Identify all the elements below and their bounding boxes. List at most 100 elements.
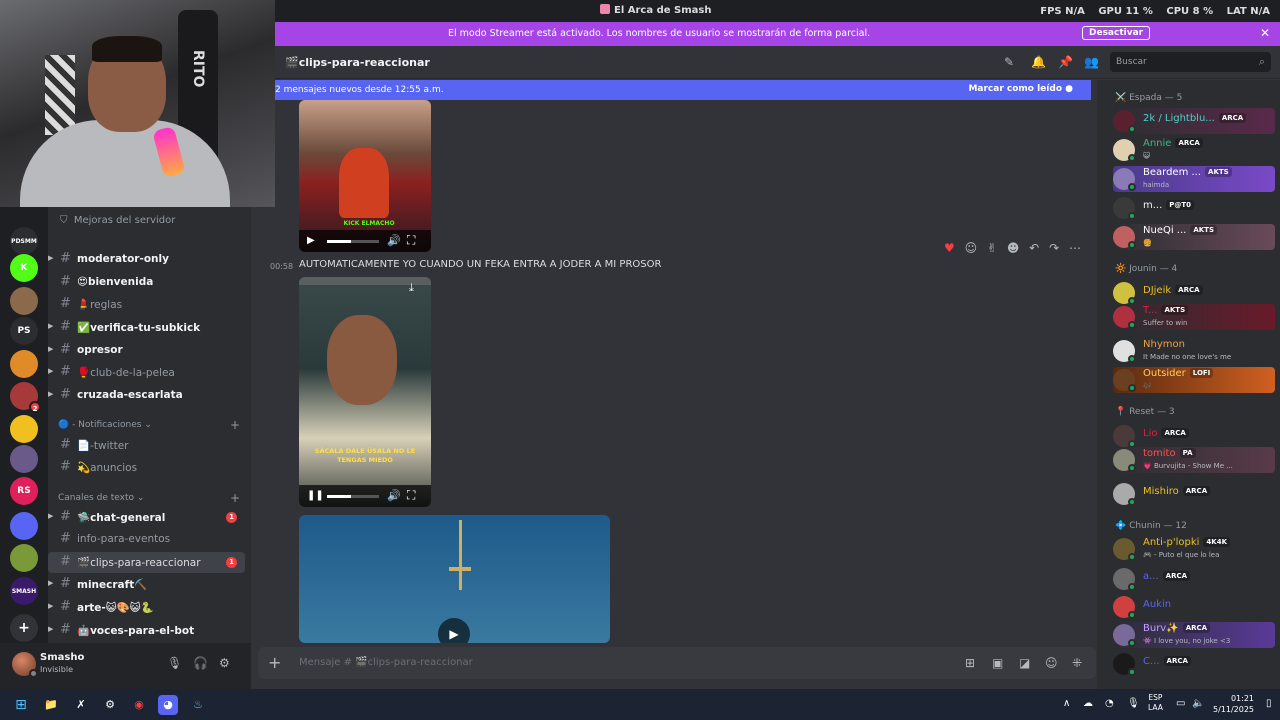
tray-chevron-icon[interactable]: ∧ (1063, 698, 1070, 709)
category-text-channels[interactable]: Canales de texto ⌄ + (58, 491, 240, 505)
emoji-icon[interactable]: ☺ (1045, 656, 1058, 670)
member-item[interactable]: Anti-p'lopki 4K4K 🎮 - Puto el que lo lea (1113, 536, 1275, 562)
member-item[interactable]: 2k / Lightblu... ARCA (1113, 108, 1275, 134)
add-server-icon[interactable]: + (10, 614, 38, 642)
server-icon[interactable]: PDSMM (10, 227, 38, 255)
message-composer[interactable]: + Mensaje # 🎬clips-para-reaccionar ⊞ ▣ ◪… (258, 647, 1096, 679)
video-attachment[interactable]: ⤓ SÁCALA DALE ÚSALA NO LE TENGAS MIEDO ❚… (299, 277, 431, 507)
fullscreen-icon[interactable]: ⛶ (407, 488, 415, 503)
gif-icon[interactable]: ▣ (992, 656, 1003, 670)
x-app-icon[interactable]: ✗ (71, 695, 91, 715)
gift-icon[interactable]: ⊞ (965, 656, 975, 670)
channel-item[interactable]: ▶ # 🛸chat-general 1 (48, 507, 245, 528)
close-icon[interactable]: ✕ (1260, 26, 1270, 40)
bell-icon[interactable]: 🔔 (1031, 55, 1046, 69)
member-item[interactable]: m... P@T0 (1113, 195, 1275, 221)
member-item[interactable]: C... ARCA (1113, 651, 1275, 677)
emoji-reaction-icon[interactable]: ☺ (965, 241, 978, 255)
language-indicator[interactable]: ESP LAA (1148, 693, 1163, 713)
channel-item[interactable]: ▶ # 🤖voces-para-el-bot (48, 620, 245, 641)
server-icon[interactable]: PS (10, 317, 38, 345)
member-item[interactable]: tomito PA 💗 Burvujita - Show Me ... (1113, 447, 1275, 473)
volume-slider[interactable] (327, 495, 379, 498)
member-item[interactable]: Outsider LOFI 🎶 (1113, 367, 1275, 393)
server-icon[interactable]: K (10, 254, 38, 282)
volume-icon[interactable]: 🔊 (387, 489, 401, 502)
channel-item[interactable]: # 💄reglas (48, 294, 245, 315)
heart-reaction-icon[interactable]: ♥ (944, 241, 955, 255)
channel-item[interactable]: ▶ # opresor (48, 340, 245, 361)
add-channel-icon[interactable]: + (230, 491, 240, 505)
channel-item[interactable]: ▶ # 🥊club-de-la-pelea (48, 362, 245, 383)
channel-item[interactable]: # 😍bienvenida (48, 272, 245, 293)
disable-streamer-button[interactable]: Desactivar (1082, 26, 1151, 40)
download-icon[interactable]: ⤓ (409, 281, 414, 295)
clock[interactable]: 01:21 5/11/2025 (1213, 693, 1254, 715)
channel-item[interactable]: ▶ # cruzada-escarlata (48, 385, 245, 406)
pin-icon[interactable]: 📌 (1058, 55, 1073, 69)
server-icon[interactable]: 2 (10, 382, 41, 413)
settings-app-icon[interactable]: ⚙ (100, 695, 120, 715)
member-item[interactable]: Beardem ... AKTS haimda (1113, 166, 1275, 192)
volume-icon[interactable]: 🔊 (387, 234, 401, 247)
emoji-reaction-icon[interactable]: ✌ (987, 241, 997, 255)
threads-icon[interactable]: ✎ (1004, 55, 1014, 69)
more-icon[interactable]: ⋯ (1069, 241, 1081, 255)
cloud-icon[interactable]: ☁ (1083, 698, 1093, 709)
channel-item[interactable]: # 📄-twitter (48, 435, 245, 456)
members-icon[interactable]: 👥 (1084, 55, 1099, 69)
server-icon[interactable]: RS (10, 477, 38, 505)
play-icon[interactable]: ▶ (307, 235, 315, 246)
notification-icon[interactable]: ▯ (1266, 698, 1272, 709)
headphones-icon[interactable]: 🎧 (193, 656, 208, 670)
channel-item[interactable]: ▶ # moderator-only (48, 249, 245, 270)
channel-item[interactable]: ▶ # ✅verifica-tu-subkick (48, 317, 245, 338)
channel-item[interactable]: # 🎬clips-para-reaccionar 1 (48, 552, 245, 573)
fullscreen-icon[interactable]: ⛶ (407, 233, 415, 248)
pause-icon[interactable]: ❚❚ (307, 490, 324, 501)
member-item[interactable]: Lio ARCA (1113, 423, 1275, 449)
reply-icon[interactable]: ↶ (1029, 241, 1039, 255)
network-icon[interactable]: ▭ (1176, 698, 1185, 709)
server-icon[interactable]: SMASH (10, 577, 38, 605)
volume-slider[interactable] (327, 240, 379, 243)
steam-icon[interactable]: ♨ (188, 695, 208, 715)
server-icon[interactable] (10, 512, 38, 540)
server-icon[interactable] (10, 415, 38, 443)
video-attachment[interactable]: KICK ELMACHO ▶ 🔊 ⛶ (299, 100, 431, 252)
server-icon[interactable] (10, 350, 38, 378)
windows-start-icon[interactable]: ⊞ (11, 695, 31, 715)
add-reaction-icon[interactable]: ☻ (1007, 241, 1020, 255)
play-button[interactable]: ▶ (438, 618, 470, 643)
sticker-icon[interactable]: ◪ (1019, 656, 1030, 670)
forward-icon[interactable]: ↷ (1049, 241, 1059, 255)
member-item[interactable]: DJjeik ARCA (1113, 280, 1275, 306)
server-boosts[interactable]: ⛉ Mejoras del servidor (60, 215, 175, 226)
channel-item[interactable]: # info-para-eventos (48, 529, 245, 550)
server-icon[interactable] (10, 445, 38, 473)
member-item[interactable]: Burv✨ ARCA 👾 I love you, no joke <3 (1113, 622, 1275, 648)
category-notifications[interactable]: 🔵 - Notificaciones ⌄ + (58, 418, 240, 432)
new-messages-bar[interactable]: 2 mensajes nuevos desde 12:55 a.m. Marca… (275, 80, 1091, 100)
file-explorer-icon[interactable]: 📁 (41, 695, 61, 715)
video-attachment[interactable]: ▶ (299, 515, 610, 643)
channel-item[interactable]: ▶ # minecraft⛏️ (48, 574, 245, 595)
add-attachment-icon[interactable]: + (268, 653, 281, 672)
volume-tray-icon[interactable]: 🔈 (1192, 698, 1204, 709)
add-channel-icon[interactable]: + (230, 418, 240, 432)
discord-icon[interactable]: ◕ (158, 695, 178, 715)
member-item[interactable]: NueQi ... AKTS 🍔 (1113, 224, 1275, 250)
tray-app-icon[interactable]: ◔ (1105, 698, 1114, 709)
search-input[interactable]: Buscar ⌕ (1110, 52, 1271, 72)
member-item[interactable]: Nhymon It Made no one love's me (1113, 338, 1275, 364)
member-item[interactable]: Aukin (1113, 594, 1275, 620)
mic-tray-icon[interactable]: 🎙 (1127, 698, 1140, 709)
channel-item[interactable]: # 💫anuncios (48, 457, 245, 478)
member-item[interactable]: Mishiro ARCA (1113, 481, 1275, 507)
chrome-icon[interactable]: ◉ (129, 695, 149, 715)
channel-item[interactable]: ▶ # arte-😺🎨😺🐍 (48, 597, 245, 618)
member-item[interactable]: T... AKTS Suffer to win (1113, 304, 1275, 330)
username[interactable]: Smasho (40, 652, 84, 663)
server-icon[interactable] (10, 287, 38, 315)
microphone-icon[interactable]: 🎙 (167, 656, 182, 670)
